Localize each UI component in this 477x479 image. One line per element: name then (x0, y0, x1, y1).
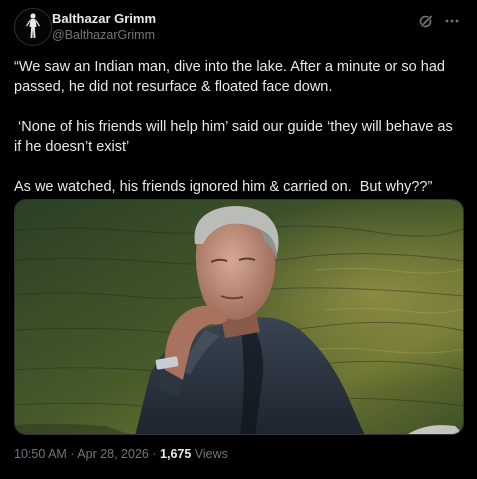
tweet-text: “We saw an Indian man, dive into the lak… (14, 57, 463, 197)
tweet-paragraph: As we watched, his friends ignored him &… (14, 179, 433, 195)
photo-man-by-lake (15, 200, 463, 434)
tweet-photo[interactable] (14, 199, 464, 435)
tweet-time[interactable]: 10:50 AM (14, 447, 67, 461)
tweet-header: Balthazar Grimm @BalthazarGrimm (14, 8, 463, 46)
views-count[interactable]: 1,675 (160, 447, 191, 461)
author-names: Balthazar Grimm @BalthazarGrimm (52, 11, 156, 43)
more-horizontal-icon[interactable] (443, 12, 461, 30)
tweet-meta: 10:50 AM · Apr 28, 2026 · 1,675 Views (14, 447, 228, 461)
grok-icon[interactable] (417, 12, 435, 30)
avatar[interactable] (14, 8, 52, 46)
tweet-date[interactable]: Apr 28, 2026 (77, 447, 149, 461)
meta-separator: · (70, 447, 75, 461)
tweet-paragraph: “We saw an Indian man, dive into the lak… (14, 59, 449, 95)
tweet-actions (417, 12, 461, 30)
meta-separator: · (152, 447, 157, 461)
author-display-name[interactable]: Balthazar Grimm (52, 11, 156, 27)
tweet-card: Balthazar Grimm @BalthazarGrimm “We saw … (0, 0, 477, 479)
silhouette-figure-icon (15, 9, 51, 45)
tweet-paragraph: ‘None of his friends will help him’ said… (14, 119, 457, 155)
author-handle[interactable]: @BalthazarGrimm (52, 27, 156, 43)
views-label: Views (194, 447, 228, 461)
